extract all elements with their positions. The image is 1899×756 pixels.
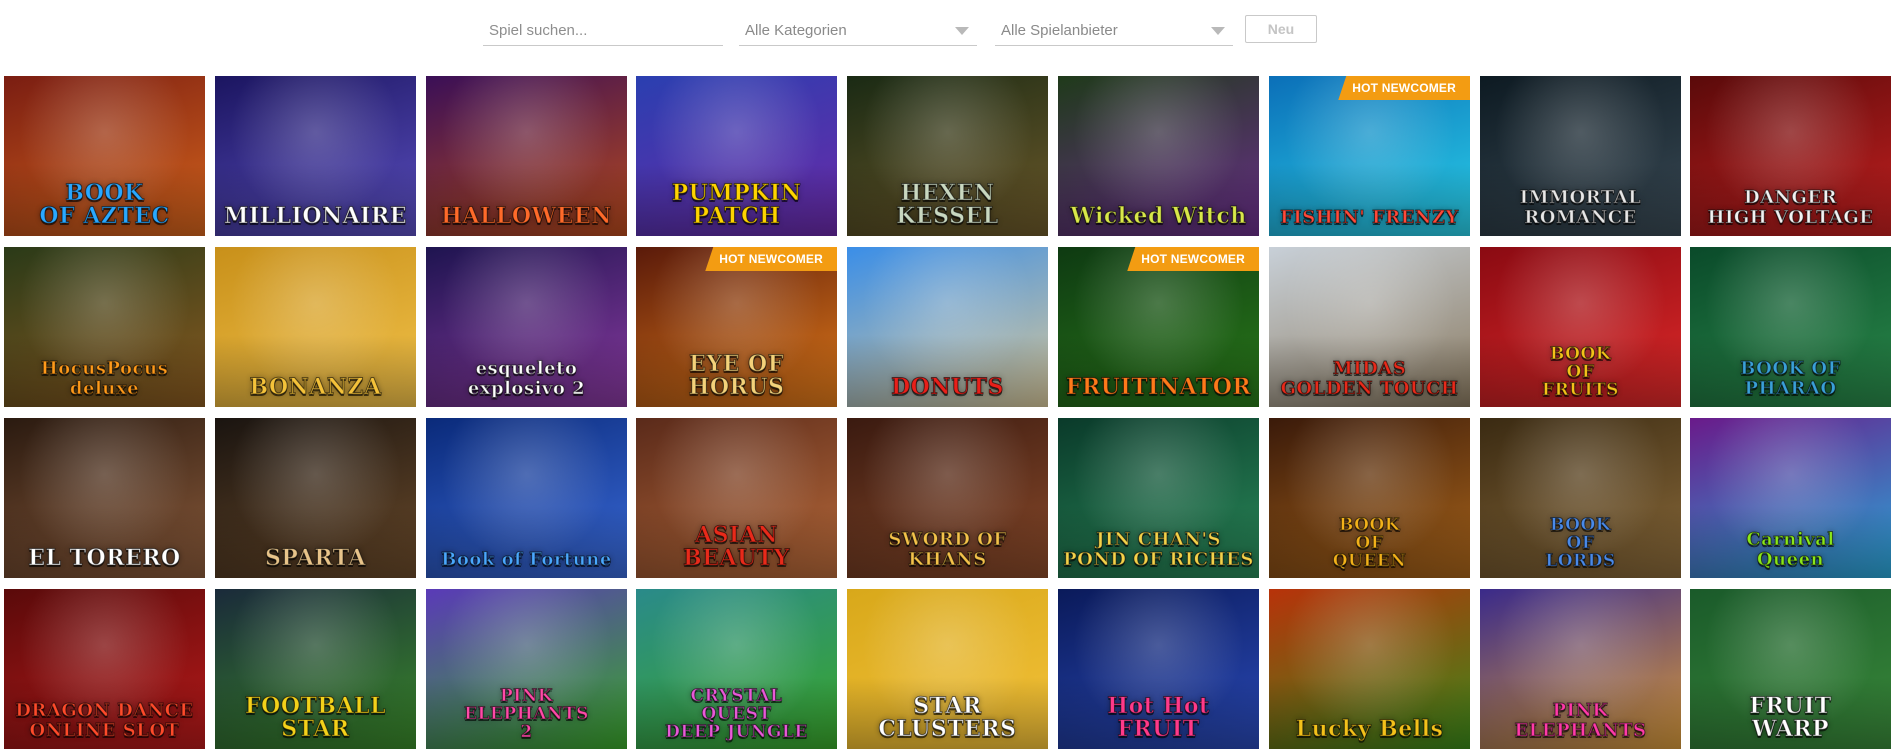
game-title: STAR CLUSTERS: [878, 693, 1017, 742]
provider-select[interactable]: Alle Spielanbieter: [995, 14, 1233, 46]
game-tile[interactable]: BOOK OF PHARAO: [1690, 247, 1891, 407]
game-title: EL TORERO: [28, 545, 181, 571]
game-tile[interactable]: BOOK OF QUEEN: [1269, 418, 1470, 578]
game-tile[interactable]: PUMPKIN PATCH: [636, 76, 837, 236]
hot-newcomer-badge: HOT NEWCOMER: [705, 247, 837, 271]
game-title: JIN CHAN'S POND OF RICHES: [1063, 529, 1254, 570]
game-tile[interactable]: Carnival Queen: [1690, 418, 1891, 578]
game-tile[interactable]: esqueleto explosivo 2: [426, 247, 627, 407]
game-tile[interactable]: DONUTS: [847, 247, 1048, 407]
game-title: BOOK OF PHARAO: [1740, 358, 1841, 399]
game-title: FISHIN' FRENZY: [1280, 207, 1459, 228]
game-tile[interactable]: PINK ELEPHANTS: [1480, 589, 1681, 749]
game-tile[interactable]: ASIAN BEAUTY: [636, 418, 837, 578]
game-title: EYE OF HORUS: [688, 351, 785, 400]
game-tile[interactable]: HEXEN KESSEL: [847, 76, 1048, 236]
game-tile[interactable]: MILLIONAIRE: [215, 76, 416, 236]
game-tile[interactable]: HALLOWEEN: [426, 76, 627, 236]
search-input[interactable]: [489, 14, 723, 47]
search-field[interactable]: [483, 14, 723, 47]
game-tile[interactable]: IMMORTAL ROMANCE: [1480, 76, 1681, 236]
category-select[interactable]: Alle Kategorien: [739, 14, 977, 46]
game-tile[interactable]: Book of Fortune: [426, 418, 627, 578]
game-tile[interactable]: Lucky Bells: [1269, 589, 1470, 749]
game-title: IMMORTAL ROMANCE: [1519, 187, 1642, 228]
game-title: BONANZA: [249, 374, 382, 400]
game-title: FRUIT WARP: [1749, 693, 1832, 742]
game-grid: BOOK OF AZTEC MILLIONAIRE HALLOWEEN PUMPKIN…: [4, 76, 1896, 751]
game-title: Wicked Witch: [1070, 203, 1247, 229]
game-title: esqueleto explosivo 2: [467, 358, 586, 399]
game-title: HocusPocus deluxe: [40, 358, 169, 399]
game-tile[interactable]: CRYSTAL QUEST DEEP JUNGLE: [636, 589, 837, 749]
hot-newcomer-badge: HOT NEWCOMER: [1127, 247, 1259, 271]
game-title: ASIAN BEAUTY: [683, 522, 790, 571]
hot-newcomer-badge: HOT NEWCOMER: [1338, 76, 1470, 100]
game-tile[interactable]: JIN CHAN'S POND OF RICHES: [1058, 418, 1259, 578]
game-title: DANGER HIGH VOLTAGE: [1707, 187, 1874, 228]
game-title: HEXEN KESSEL: [896, 180, 999, 229]
game-title: BOOK OF LORDS: [1545, 515, 1616, 571]
game-title: Hot Hot FRUIT: [1107, 693, 1210, 742]
game-title: Book of Fortune: [441, 549, 612, 570]
game-tile[interactable]: SPARTA: [215, 418, 416, 578]
game-tile[interactable]: EYE OF HORUS HOT NEWCOMER: [636, 247, 837, 407]
game-title: PINK ELEPHANTS 2: [464, 686, 589, 742]
game-tile[interactable]: BOOK OF FRUITS: [1480, 247, 1681, 407]
game-tile[interactable]: BOOK OF LORDS: [1480, 418, 1681, 578]
new-games-button[interactable]: Neu: [1245, 15, 1317, 43]
game-tile[interactable]: FRUITINATOR HOT NEWCOMER: [1058, 247, 1259, 407]
game-tile[interactable]: EL TORERO: [4, 418, 205, 578]
game-title: HALLOWEEN: [441, 203, 612, 229]
game-title: SWORD OF KHANS: [888, 529, 1007, 570]
game-title: Carnival Queen: [1746, 529, 1835, 570]
chevron-down-icon: [1211, 27, 1225, 35]
game-title: MIDAS GOLDEN TOUCH: [1280, 358, 1459, 399]
game-title: FRUITINATOR: [1065, 374, 1252, 400]
game-title: PUMPKIN PATCH: [671, 180, 802, 229]
game-title: BOOK OF AZTEC: [39, 180, 170, 229]
game-tile[interactable]: SWORD OF KHANS: [847, 418, 1048, 578]
game-title: BOOK OF QUEEN: [1332, 515, 1407, 571]
game-title: PINK ELEPHANTS: [1514, 700, 1647, 741]
game-tile[interactable]: DRAGON DANCE ONLINE SLOT: [4, 589, 205, 749]
game-tile[interactable]: BOOK OF AZTEC: [4, 76, 205, 236]
game-tile[interactable]: Hot Hot FRUIT: [1058, 589, 1259, 749]
game-title: BOOK OF FRUITS: [1542, 344, 1619, 400]
game-title: Lucky Bells: [1295, 716, 1444, 742]
game-tile[interactable]: FRUIT WARP: [1690, 589, 1891, 749]
game-tile[interactable]: PINK ELEPHANTS 2: [426, 589, 627, 749]
game-title: SPARTA: [264, 545, 367, 571]
game-tile[interactable]: DANGER HIGH VOLTAGE: [1690, 76, 1891, 236]
game-tile[interactable]: FOOTBALL STAR: [215, 589, 416, 749]
game-title: CRYSTAL QUEST DEEP JUNGLE: [665, 686, 808, 742]
game-tile[interactable]: FISHIN' FRENZY HOT NEWCOMER: [1269, 76, 1470, 236]
game-title: MILLIONAIRE: [223, 203, 408, 229]
game-tile[interactable]: HocusPocus deluxe: [4, 247, 205, 407]
category-select-value: Alle Kategorien: [745, 22, 847, 39]
chevron-down-icon: [955, 27, 969, 35]
game-tile[interactable]: Wicked Witch: [1058, 76, 1259, 236]
game-tile[interactable]: MIDAS GOLDEN TOUCH: [1269, 247, 1470, 407]
game-tile[interactable]: BONANZA: [215, 247, 416, 407]
game-tile[interactable]: STAR CLUSTERS: [847, 589, 1048, 749]
game-title: DONUTS: [891, 374, 1004, 400]
game-title: FOOTBALL STAR: [245, 693, 386, 742]
game-title: DRAGON DANCE ONLINE SLOT: [15, 700, 194, 741]
provider-select-value: Alle Spielanbieter: [1001, 22, 1118, 39]
